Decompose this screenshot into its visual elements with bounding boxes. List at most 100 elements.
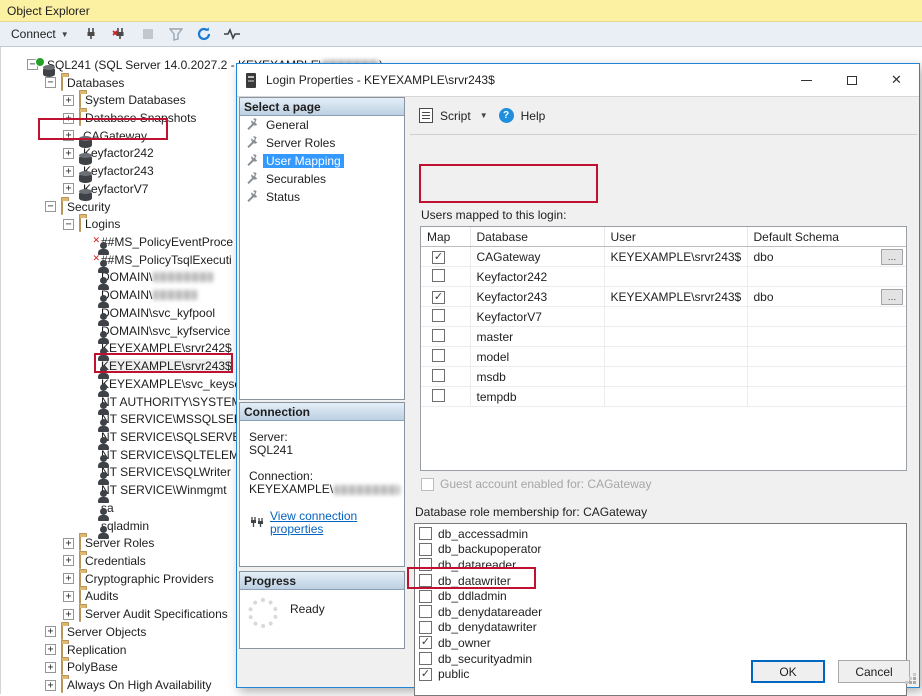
column-header-map: Map	[421, 227, 470, 247]
user-cell: KEYEXAMPLE\srvr243$	[604, 247, 747, 267]
page-item-server-roles[interactable]: Server Roles	[240, 134, 404, 152]
mapping-row-model[interactable]: model	[421, 347, 906, 367]
role-item-db-denydatawriter[interactable]: db_denydatawriter	[415, 620, 906, 636]
role-label: db_datareader	[438, 558, 516, 572]
view-connection-properties-link[interactable]: View connection properties	[270, 510, 404, 536]
status-badge	[35, 57, 45, 67]
tree-expander[interactable]: +	[63, 591, 74, 602]
mapping-row-keyfactor243[interactable]: ✓Keyfactor243KEYEXAMPLE\srvr243$dbo…	[421, 287, 906, 307]
role-item-db-backupoperator[interactable]: db_backupoperator	[415, 542, 906, 558]
minimize-button[interactable]	[784, 64, 829, 96]
tree-expander[interactable]: +	[63, 130, 74, 141]
tree-expander[interactable]: +	[63, 609, 74, 620]
help-button[interactable]: Help	[521, 109, 546, 123]
tree-expander[interactable]: −	[45, 77, 56, 88]
role-checkbox[interactable]	[419, 527, 432, 540]
map-checkbox[interactable]	[432, 369, 445, 382]
tree-expander[interactable]: +	[63, 148, 74, 159]
close-button[interactable]: ✕	[874, 64, 919, 96]
role-item-db-owner[interactable]: ✓db_owner	[415, 635, 906, 651]
role-item-db-accessadmin[interactable]: db_accessadmin	[415, 526, 906, 542]
connection-properties-icon	[249, 516, 264, 531]
role-item-db-datareader[interactable]: db_datareader	[415, 557, 906, 573]
mapping-row-msdb[interactable]: msdb	[421, 367, 906, 387]
role-checkbox[interactable]	[419, 590, 432, 603]
role-checkbox[interactable]	[419, 543, 432, 556]
database-cell: Keyfactor243	[470, 287, 604, 307]
tree-expander[interactable]: +	[63, 538, 74, 549]
page-item-status[interactable]: Status	[240, 188, 404, 206]
filter-icon[interactable]	[167, 25, 185, 43]
map-checkbox[interactable]	[432, 329, 445, 342]
role-checkbox[interactable]	[419, 605, 432, 618]
tree-expander[interactable]: −	[63, 219, 74, 230]
tree-expander[interactable]: +	[63, 555, 74, 566]
tree-expander[interactable]: +	[45, 680, 56, 691]
map-cell	[421, 387, 470, 407]
page-item-securables[interactable]: Securables	[240, 170, 404, 188]
tree-expander[interactable]: +	[63, 573, 74, 584]
role-checkbox[interactable]	[419, 621, 432, 634]
role-checkbox[interactable]	[419, 558, 432, 571]
page-item-label: Server Roles	[263, 136, 338, 150]
ok-button[interactable]: OK	[751, 660, 825, 683]
tree-item-label: Audits	[85, 589, 118, 603]
disabled-x-icon: ✕	[92, 254, 100, 263]
object-explorer-toolbar: Connect ▼	[0, 22, 922, 47]
role-item-db-denydatareader[interactable]: db_denydatareader	[415, 604, 906, 620]
browse-ellipsis-button[interactable]: …	[881, 249, 903, 265]
column-header-user: User	[604, 227, 747, 247]
wrench-icon	[246, 190, 258, 205]
mapping-row-tempdb[interactable]: tempdb	[421, 387, 906, 407]
default-schema-cell	[747, 267, 906, 287]
tree-expander[interactable]: +	[63, 166, 74, 177]
tree-expander[interactable]: +	[45, 662, 56, 673]
mapping-row-cagateway[interactable]: ✓CAGatewayKEYEXAMPLE\srvr243$dbo…	[421, 247, 906, 267]
activity-monitor-icon[interactable]	[223, 25, 241, 43]
map-checkbox[interactable]	[432, 269, 445, 282]
disconnect-plug-icon[interactable]	[111, 25, 129, 43]
connect-dropdown-button[interactable]: Connect ▼	[7, 25, 73, 43]
role-item-db-securityadmin[interactable]: db_securityadmin	[415, 651, 906, 667]
mapping-row-keyfactor242[interactable]: Keyfactor242	[421, 267, 906, 287]
dialog-titlebar[interactable]: Login Properties - KEYEXAMPLE\srvr243$ ✕	[237, 64, 919, 97]
role-membership-list: db_accessadmindb_backupoperatordb_datare…	[414, 523, 907, 696]
mapping-row-master[interactable]: master	[421, 327, 906, 347]
refresh-icon[interactable]	[195, 25, 213, 43]
page-item-label: Securables	[263, 172, 329, 186]
map-checkbox[interactable]	[432, 309, 445, 322]
wrench-icon	[246, 172, 258, 187]
role-checkbox[interactable]	[419, 574, 432, 587]
tree-item-label: Database Snapshots	[85, 111, 196, 125]
tree-expander[interactable]: +	[63, 183, 74, 194]
users-mapped-label: Users mapped to this login:	[421, 208, 566, 222]
map-checkbox[interactable]: ✓	[432, 291, 445, 304]
script-button[interactable]: Script	[440, 109, 471, 123]
role-checkbox[interactable]	[419, 652, 432, 665]
maximize-button[interactable]	[829, 64, 874, 96]
tree-expander[interactable]: +	[45, 626, 56, 637]
cancel-button[interactable]: Cancel	[838, 660, 910, 683]
mapping-row-keyfactorv7[interactable]: KeyfactorV7	[421, 307, 906, 327]
chevron-down-icon[interactable]: ▼	[480, 111, 488, 120]
tree-item-label: PolyBase	[67, 660, 118, 674]
default-schema-cell	[747, 307, 906, 327]
map-checkbox[interactable]	[432, 349, 445, 362]
map-checkbox[interactable]	[432, 389, 445, 402]
role-item-db-datawriter[interactable]: db_datawriter	[415, 573, 906, 589]
tree-expander[interactable]: −	[45, 201, 56, 212]
resize-grip[interactable]	[913, 681, 916, 684]
role-checkbox[interactable]: ✓	[419, 636, 432, 649]
role-item-db-ddladmin[interactable]: db_ddladmin	[415, 588, 906, 604]
tree-expander[interactable]: +	[63, 113, 74, 124]
tree-expander[interactable]: +	[63, 95, 74, 106]
connect-plug-icon[interactable]	[83, 25, 101, 43]
tree-expander[interactable]: +	[45, 644, 56, 655]
stop-icon[interactable]	[139, 25, 157, 43]
role-checkbox[interactable]: ✓	[419, 668, 432, 681]
role-item-public[interactable]: ✓public	[415, 666, 906, 682]
page-item-general[interactable]: General	[240, 116, 404, 134]
browse-ellipsis-button[interactable]: …	[881, 289, 903, 305]
page-item-user-mapping[interactable]: User Mapping	[240, 152, 404, 170]
map-checkbox[interactable]: ✓	[432, 251, 445, 264]
